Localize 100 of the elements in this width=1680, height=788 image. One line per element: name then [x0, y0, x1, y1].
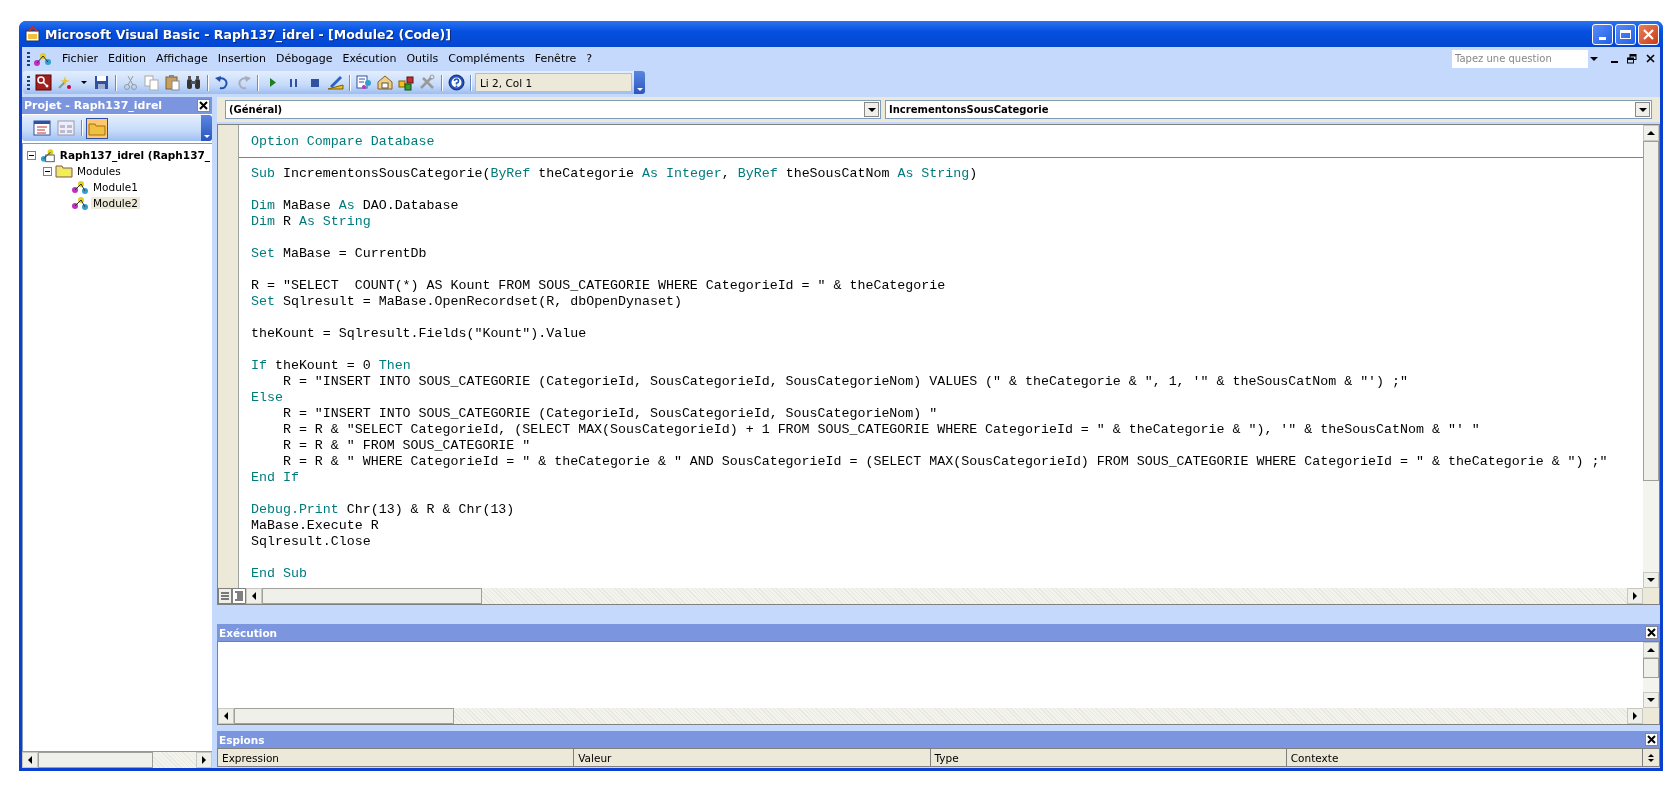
tree-item[interactable]: Raph137_idrel (Raph137_ [57, 149, 212, 161]
close-button[interactable] [1645, 626, 1658, 639]
binoculars-icon[interactable] [185, 74, 202, 91]
column-header[interactable]: Contexte [1286, 749, 1643, 766]
code-line: R = "INSERT INTO SOUS_CATEGORIE (CategorieId, SousCategorieId, SousCategorieNom) " [281, 406, 939, 422]
code-line: R = R & " FROM SOUS_CATEGORIE " [281, 438, 532, 454]
code-line: R = "INSERT INTO SOUS_CATEGORIE (CategorieId, SousCategorieId, SousCategorieNom) VALUES (" & theCategorie & ", 1, '" & theSousCatNom & "') ;" [281, 374, 1410, 390]
code-line: theKount = Sqlresult.Fields("Kount").Value [251, 326, 588, 342]
scroll-left-button[interactable] [218, 708, 234, 724]
maximize-button[interactable] [1615, 23, 1636, 45]
column-header[interactable]: Valeur [574, 749, 931, 766]
code-line: Else [251, 390, 284, 406]
scroll-thumb[interactable] [1643, 658, 1659, 678]
vertical-scrollbar[interactable] [1643, 642, 1659, 708]
panel-title: Exécution [219, 626, 278, 639]
horizontal-scrollbar[interactable] [246, 588, 1643, 604]
code-line: Dim R As String [251, 214, 372, 230]
scroll-thumb[interactable] [38, 752, 153, 768]
menu-item[interactable]: Exécution [337, 50, 402, 67]
lines-icon [220, 591, 230, 601]
scroll-thumb[interactable] [234, 708, 454, 724]
full-module-view-button[interactable] [232, 588, 246, 604]
scroll-thumb[interactable] [1643, 141, 1659, 481]
folder-icon [88, 120, 106, 136]
code-line: End Sub [251, 566, 308, 582]
menu-item[interactable]: Edition [102, 50, 151, 67]
scroll-right-button[interactable] [1627, 708, 1643, 724]
scroll-down-button[interactable] [1643, 572, 1659, 588]
toolbar-options-button[interactable] [201, 115, 212, 141]
immediate-window[interactable] [217, 641, 1660, 725]
code-line: End If [251, 470, 300, 486]
horizontal-scrollbar[interactable] [218, 708, 1643, 724]
close-icon [1642, 27, 1655, 41]
paste-icon[interactable] [164, 74, 181, 91]
scroll-up-button[interactable] [1643, 125, 1659, 141]
close-icon [1647, 735, 1656, 744]
menu-item[interactable]: Fenêtre [529, 50, 582, 67]
undo-icon[interactable] [214, 74, 231, 91]
save-icon[interactable] [93, 74, 110, 91]
expander-button[interactable] [43, 166, 52, 176]
project-icon [38, 147, 56, 163]
scroll-left-button[interactable] [246, 588, 262, 604]
menu-item[interactable]: Outils [401, 50, 444, 67]
code-line: R = R & " WHERE CategorieId = " & theCategorie & " AND SousCategorieId = (SELECT MAX(SousCategorieId) FROM SOUS_CATEGORIE WHERE CategorieId = " & theCategorie & ") ;" [281, 454, 1609, 470]
dropdown[interactable]: IncrementonsSousCategorie [885, 100, 1652, 119]
tree-item[interactable]: Module2 [91, 197, 140, 209]
panel-title: Espions [219, 733, 265, 746]
code-line: R = R & "SELECT CategorieId, (SELECT MAX(SousCategorieId) + 1 FROM SOUS_CATEGORIE WHERE CategorieId = " & theCategorie & "), '" & theSousCatNom & "' " [281, 422, 1481, 438]
scrollbar-corner [1643, 708, 1659, 724]
column-header[interactable]: Type [930, 749, 1287, 766]
project-icon[interactable] [356, 74, 373, 91]
menu-item[interactable]: ? [581, 50, 598, 67]
scroll-right-button[interactable] [1627, 588, 1643, 604]
code-line: MaBase.Execute R [251, 518, 380, 534]
scroll-left-button[interactable] [22, 752, 38, 768]
scroll-right-button[interactable] [196, 752, 212, 768]
toggle-folders-button[interactable] [86, 117, 108, 139]
tree-item[interactable]: Module1 [91, 181, 140, 193]
code-line: R = "SELECT COUNT(*) AS Kount FROM SOUS_CATEGORIE WHERE CategorieId = " & theCategorie [251, 278, 947, 294]
toolbar-grip[interactable] [27, 51, 30, 66]
dropdown[interactable]: (Général) [225, 100, 881, 119]
help-search-field[interactable]: Tapez une question [1452, 49, 1600, 68]
module-icon [71, 195, 89, 211]
close-button[interactable] [197, 99, 210, 112]
panel-title: Projet - Raph137_idrel [24, 99, 163, 112]
scroll-thumb[interactable] [262, 588, 482, 604]
close-button[interactable] [1645, 733, 1658, 746]
column-header[interactable]: Expression [218, 749, 575, 766]
toolbar-grip[interactable] [27, 75, 30, 90]
horizontal-scrollbar[interactable] [22, 752, 212, 768]
menu-item[interactable]: Débogage [271, 50, 338, 67]
menu-item[interactable]: Fichier [57, 50, 103, 67]
toolbar-options-button[interactable] [634, 71, 645, 94]
scroll-up-button[interactable] [1643, 642, 1659, 658]
code-line: Set MaBase = CurrentDb [251, 246, 428, 262]
help-icon[interactable] [448, 74, 465, 91]
vertical-scrollbar[interactable] [1643, 125, 1659, 588]
lines-icon [234, 591, 244, 601]
key-icon[interactable] [35, 74, 52, 91]
cubes-icon[interactable] [398, 74, 415, 91]
menu-item[interactable]: Insertion [212, 50, 271, 67]
code-line: Option Compare Database [251, 134, 436, 150]
scroll-down-button[interactable] [1643, 692, 1659, 708]
properties-icon[interactable] [377, 74, 394, 91]
tree-item[interactable]: Modules [75, 165, 123, 177]
code-line: Debug.Print Chr(13) & R & Chr(13) [251, 502, 516, 518]
close-icon [1645, 54, 1655, 63]
procedure-view-button[interactable] [218, 588, 232, 604]
code-line: Sub IncrementonsSousCategorie(ByRef theCategorie As Integer, ByRef theSousCatNom As String) [251, 166, 979, 182]
ruler-pencil-icon[interactable] [327, 74, 344, 91]
code-line: Sqlresult.Close [251, 534, 372, 550]
module-icon [71, 179, 89, 195]
close-icon [199, 101, 208, 110]
menu-item[interactable]: Affichage [151, 50, 213, 67]
view-code-icon[interactable] [33, 120, 51, 136]
expander-button[interactable] [27, 150, 36, 160]
code-line: Dim MaBase As DAO.Database [251, 198, 460, 214]
app-icon [25, 26, 41, 42]
scrollbar-corner [1643, 588, 1659, 604]
menu-item[interactable]: Compléments [443, 50, 530, 67]
